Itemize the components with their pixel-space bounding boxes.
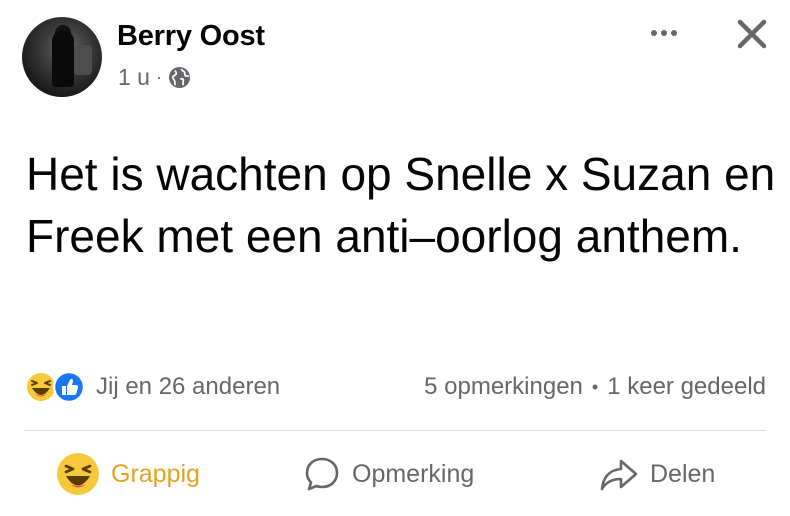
- more-dot: [671, 30, 677, 36]
- post-text: Het is wachten op Snelle x Suzan en Free…: [26, 148, 776, 262]
- post-stats: Jij en 26 anderen 5 opmerkingen • 1 keer…: [0, 366, 790, 406]
- divider: [24, 430, 766, 431]
- comments-count[interactable]: 5 opmerkingen: [424, 373, 583, 401]
- author-name[interactable]: Berry Oost: [117, 20, 265, 53]
- comment-icon: [305, 457, 339, 491]
- reaction-icons[interactable]: [24, 370, 90, 404]
- reaction-label: Grappig: [111, 459, 200, 488]
- avatar-figure-body: [52, 31, 74, 87]
- haha-reaction-icon: [57, 453, 99, 495]
- share-label: Delen: [650, 459, 716, 488]
- reaction-button[interactable]: Grappig: [55, 446, 200, 502]
- more-options-icon[interactable]: [641, 18, 687, 48]
- reactors-text[interactable]: Jij en 26 anderen: [96, 373, 280, 401]
- post-header: Berry Oost 1 u ·: [0, 0, 790, 110]
- meta-separator: ·: [155, 67, 162, 87]
- counts-separator: •: [591, 376, 599, 397]
- avatar[interactable]: [22, 17, 102, 97]
- haha-reaction-icon: [25, 371, 57, 403]
- action-bar: Grappig Opmerking Delen: [0, 446, 790, 502]
- shares-count[interactable]: 1 keer gedeeld: [607, 373, 766, 401]
- globe-icon[interactable]: [168, 66, 191, 89]
- post-meta: 1 u ·: [118, 64, 191, 91]
- more-dot: [651, 30, 657, 36]
- like-reaction-icon: [52, 370, 86, 404]
- close-icon[interactable]: [732, 14, 772, 54]
- more-dot: [661, 30, 667, 36]
- engagement-counts: 5 opmerkingen • 1 keer gedeeld: [424, 373, 766, 401]
- comment-button[interactable]: Opmerking: [302, 446, 474, 502]
- avatar-background-detail: [74, 45, 92, 75]
- share-icon: [600, 459, 638, 491]
- comment-label: Opmerking: [352, 459, 475, 488]
- share-button[interactable]: Delen: [598, 446, 715, 502]
- post-time[interactable]: 1 u: [118, 64, 150, 91]
